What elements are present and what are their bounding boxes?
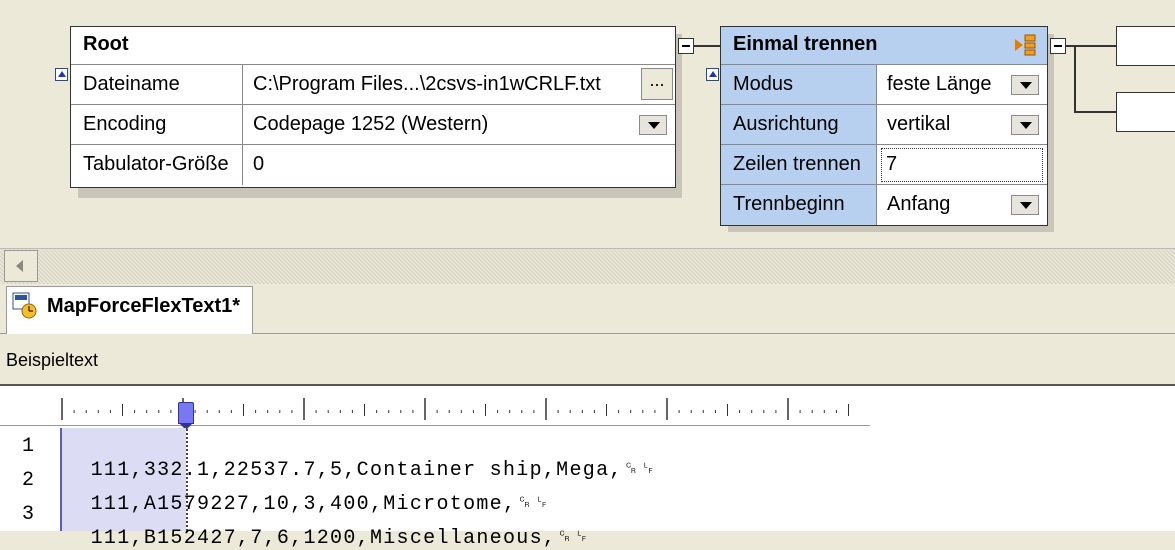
dropdown-arrow-icon[interactable] — [639, 115, 667, 135]
tabulator-field[interactable]: 0 — [243, 145, 675, 185]
tabulator-value: 0 — [253, 153, 265, 175]
encoding-select[interactable]: Codepage 1252 (Western) — [243, 105, 675, 144]
preview-blank-area — [872, 384, 1175, 531]
row-label: Dateiname — [71, 65, 243, 104]
connector-line — [1074, 45, 1076, 113]
dropdown-arrow-icon[interactable] — [1011, 75, 1039, 95]
split-output-icon — [1015, 34, 1036, 56]
flextext-icon — [12, 292, 37, 319]
root-row-dateiname[interactable]: Dateiname C:\Program Files...\2csvs-in1w… — [71, 65, 675, 105]
split-row-zeilen[interactable]: Zeilen trennen 7 — [721, 145, 1047, 185]
text-line-content: 111,B152427,7,6,1200,Miscellaneous, — [90, 527, 557, 550]
root-row-encoding[interactable]: Encoding Codepage 1252 (Western) — [71, 105, 675, 145]
root-component-title: Root — [71, 27, 675, 65]
row-label: Encoding — [71, 105, 243, 144]
tab-label: MapForceFlexText1* — [47, 295, 241, 317]
row-label: Tabulator-Größe — [71, 145, 243, 185]
scroll-left-arrow-icon[interactable] — [4, 250, 38, 282]
row-label: Modus — [721, 65, 877, 104]
tab-mapforceflextext1[interactable]: MapForceFlexText1* — [6, 286, 254, 334]
modus-select[interactable]: feste Länge — [877, 65, 1047, 104]
split-component-title: Einmal trennen — [721, 27, 1047, 65]
root-row-tabulator[interactable]: Tabulator-Größe 0 — [71, 145, 675, 185]
modus-value: feste Länge — [887, 73, 992, 95]
crlf-icon: ␍␊ — [622, 459, 658, 482]
trennbeginn-select[interactable]: Anfang — [877, 185, 1047, 225]
zeilen-field[interactable]: 7 — [877, 145, 1047, 184]
row-label: Zeilen trennen — [721, 145, 877, 184]
line-number: 1 — [22, 435, 35, 458]
section-label: Beispieltext — [6, 350, 99, 370]
split-component[interactable]: Einmal trennen Modus feste Länge Ausrich… — [720, 26, 1048, 226]
row-label: Trennbeginn — [721, 185, 877, 225]
line-number: 3 — [22, 503, 35, 526]
split-title-text: Einmal trennen — [733, 33, 878, 55]
split-row-ausrichtung[interactable]: Ausrichtung vertikal — [721, 105, 1047, 145]
split-row-trennbeginn[interactable]: Trennbeginn Anfang — [721, 185, 1047, 225]
ausrichtung-value: vertikal — [887, 113, 951, 135]
dropdown-arrow-icon[interactable] — [1011, 195, 1039, 215]
root-component[interactable]: Root Dateiname C:\Program Files...\2csvs… — [70, 26, 676, 188]
collapse-up-icon[interactable] — [706, 68, 719, 81]
connector-line — [694, 45, 722, 47]
browse-button[interactable]: ... — [641, 68, 673, 100]
collapse-minus-icon[interactable] — [678, 38, 694, 54]
split-marker-handle[interactable] — [178, 402, 194, 430]
line-number: 2 — [22, 469, 35, 492]
horizontal-scrollbar[interactable] — [0, 248, 1175, 284]
split-row-modus[interactable]: Modus feste Länge — [721, 65, 1047, 105]
row-label: Ausrichtung — [721, 105, 877, 144]
output-box-2[interactable] — [1116, 92, 1175, 132]
line-number-gutter: 1 2 3 — [0, 427, 60, 531]
zeilen-input[interactable]: 7 — [881, 148, 1043, 182]
trennbeginn-value: Anfang — [887, 193, 951, 215]
dateiname-field[interactable]: C:\Program Files...\2csvs-in1wCRLF.txt .… — [243, 65, 675, 104]
collapse-minus-icon[interactable] — [1050, 38, 1066, 54]
text-line: 111,B152427,7,6,1200,Miscellaneous,␍␊ — [64, 503, 591, 550]
crlf-icon: ␍␊ — [556, 527, 591, 550]
output-box-1[interactable] — [1116, 26, 1175, 66]
dateiname-value: C:\Program Files...\2csvs-in1wCRLF.txt — [253, 73, 601, 95]
connector-line — [1074, 111, 1118, 113]
collapse-up-icon[interactable] — [55, 68, 68, 81]
ausrichtung-select[interactable]: vertikal — [877, 105, 1047, 144]
dropdown-arrow-icon[interactable] — [1011, 115, 1039, 135]
encoding-value: Codepage 1252 (Western) — [253, 113, 489, 135]
column-ruler[interactable] — [0, 386, 870, 426]
